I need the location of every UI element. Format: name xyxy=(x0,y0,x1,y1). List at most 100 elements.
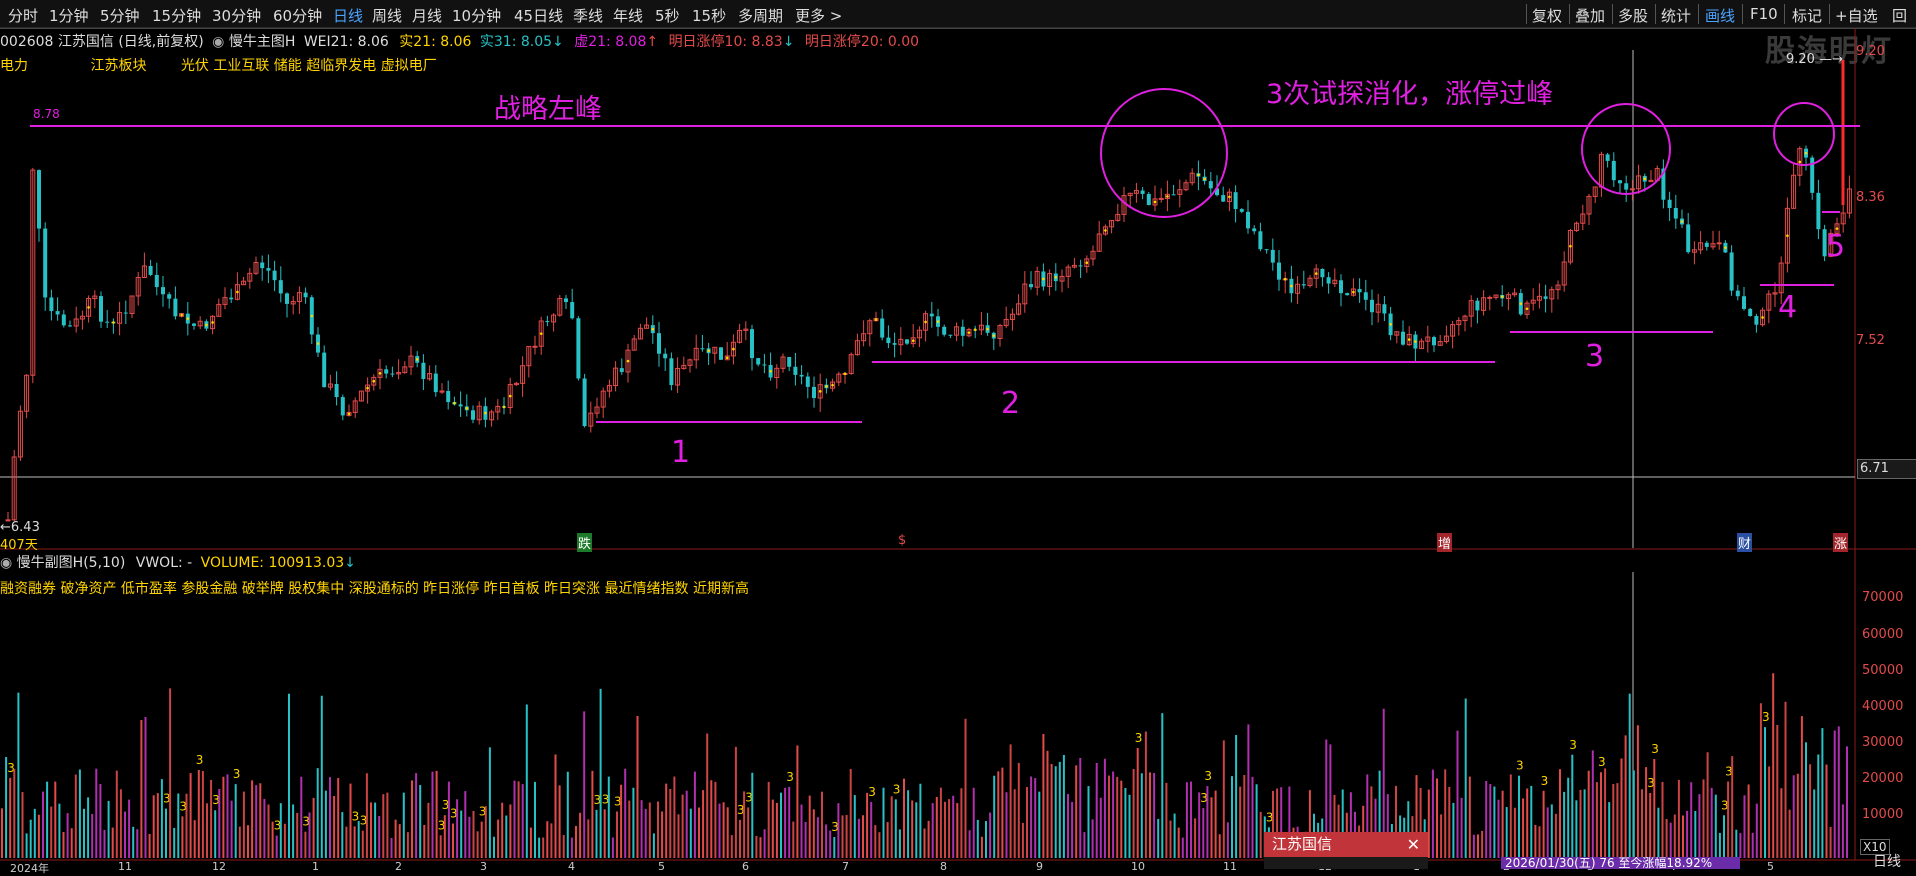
sub-indicator-name[interactable]: 慢牛副图H(5,10) xyxy=(17,555,126,571)
signal-dot xyxy=(316,342,320,345)
candle-body-down xyxy=(929,313,934,317)
signal-dot xyxy=(236,290,239,294)
signal-dot xyxy=(911,339,915,343)
signal-dot xyxy=(626,359,630,363)
signal-dot xyxy=(992,334,996,337)
candle-body-down xyxy=(700,348,705,350)
signal-dot xyxy=(1352,290,1355,294)
signal-dot xyxy=(725,356,729,360)
time-tick: 8 xyxy=(940,860,947,873)
candle-body-down xyxy=(1246,211,1250,229)
candle-body-down xyxy=(278,280,283,294)
candle-body-down xyxy=(1239,209,1244,212)
candle-body-down xyxy=(229,297,234,300)
candle-body-down xyxy=(68,325,72,327)
candle-body-down xyxy=(446,391,451,403)
candle-body-down xyxy=(1171,194,1176,196)
stock-popup[interactable]: 江苏国信 ✕ xyxy=(1264,832,1428,869)
candle-body-down xyxy=(173,298,178,317)
signal-dot xyxy=(1153,200,1157,204)
vol-label-20000: 20000 xyxy=(1862,771,1904,786)
candle-body-down xyxy=(1432,337,1436,346)
signal-dot xyxy=(818,390,822,393)
candle-body-down xyxy=(1078,265,1083,267)
candle-body-down xyxy=(1345,293,1350,296)
price-label-920: 9.20 xyxy=(1856,44,1885,59)
signal-dot xyxy=(1724,246,1727,249)
candle-body-down xyxy=(161,287,165,295)
candle-body-down xyxy=(942,326,947,335)
candlestick-chart[interactable]: 3333333 3 3 3 333 33 3 333333 33333333333333 xyxy=(0,0,1916,869)
support-number-3: 3 xyxy=(1585,339,1605,374)
candle-body-down xyxy=(458,404,463,407)
candle-body-down xyxy=(1339,280,1343,294)
candle-body-down xyxy=(1742,296,1746,309)
popup-header: 江苏国信 ✕ xyxy=(1264,832,1428,857)
candle-body-down xyxy=(886,337,891,344)
event-mark-limit[interactable]: 涨 xyxy=(1833,533,1849,552)
volume-mark-3: 3 xyxy=(233,767,241,781)
vol-label-50000: 50000 xyxy=(1862,663,1904,678)
candle-body-down xyxy=(657,333,661,354)
signal-dot xyxy=(986,327,989,331)
candle-body-down xyxy=(719,347,723,360)
candle-body-down xyxy=(1233,192,1238,210)
candle-body-down xyxy=(1754,316,1759,325)
event-mark-dollar[interactable]: $ xyxy=(898,533,906,548)
signal-dot xyxy=(1054,276,1058,279)
period-tab-daily[interactable]: 日线 xyxy=(1873,851,1901,871)
candle-body-down xyxy=(756,358,761,365)
signal-dot xyxy=(1228,195,1231,199)
candle-body-down xyxy=(576,318,581,379)
signal-dot xyxy=(1203,177,1206,181)
candle-body-down xyxy=(384,369,389,374)
days-label: 407天 xyxy=(0,538,38,553)
signal-dot xyxy=(211,321,214,324)
candle-body-down xyxy=(1363,292,1368,300)
candle-body-down xyxy=(471,410,475,420)
candle-body-down xyxy=(1221,195,1226,202)
candle-body-down xyxy=(266,268,271,271)
candle-body-down xyxy=(43,228,48,298)
signal-dot xyxy=(502,405,506,409)
candle-body-down xyxy=(1029,284,1033,288)
candle-body-up xyxy=(1629,188,1635,191)
signal-dot xyxy=(1643,177,1647,181)
signal-dot xyxy=(843,372,847,376)
signal-dot xyxy=(831,383,834,387)
signal-dot xyxy=(651,327,655,331)
signal-dot xyxy=(465,407,469,410)
candle-body-down xyxy=(793,366,798,375)
candle-body-down xyxy=(285,293,289,304)
candle-body-down xyxy=(260,262,265,269)
event-mark-increase[interactable]: 增 xyxy=(1437,533,1453,552)
candle-body-down xyxy=(1208,181,1213,189)
signal-dot xyxy=(1500,295,1504,299)
signal-dot xyxy=(1407,338,1411,341)
event-mark-finance[interactable]: 财 xyxy=(1737,533,1753,552)
signal-dot xyxy=(310,314,314,318)
time-tick: 9 xyxy=(1036,860,1043,873)
signal-dot xyxy=(347,412,351,416)
signal-dot xyxy=(973,328,977,331)
level-price-label: 8.78 xyxy=(33,107,60,121)
candle-body-down xyxy=(750,329,754,359)
test-circle-1 xyxy=(1100,88,1228,218)
candle-body-down xyxy=(1686,224,1691,253)
time-tick: 4 xyxy=(568,860,575,873)
stock-feature-tags: 融资融券 破净资产 低市盈率 参股金融 破举牌 股权集中 深股通标的 昨日涨停 … xyxy=(0,581,749,597)
sub-dropdown-icon[interactable]: ◉ xyxy=(0,555,12,571)
candle-body-down xyxy=(805,376,810,387)
crosshair-price-box: 6.71 xyxy=(1857,459,1916,479)
candle-body-down xyxy=(1326,277,1331,284)
range-status-bar: 2026/01/30(五) 76 至今涨幅18.92% xyxy=(1501,857,1740,869)
volume-mark-3: 3 xyxy=(786,770,794,784)
volume-mark-3: 3 xyxy=(1135,731,1143,745)
vol-label-70000: 70000 xyxy=(1862,590,1904,605)
signal-dot xyxy=(1569,244,1572,248)
candle-body-down xyxy=(1258,231,1263,250)
close-icon[interactable]: ✕ xyxy=(1407,832,1420,857)
signal-dot xyxy=(186,317,190,320)
event-mark-down[interactable]: 跌 xyxy=(577,533,593,552)
candle-body-down xyxy=(948,334,953,336)
